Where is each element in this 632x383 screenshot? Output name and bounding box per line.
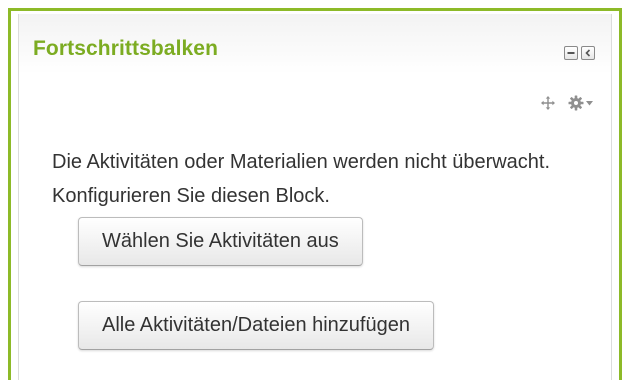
not-tracked-message: Die Aktivitäten oder Materialien werden … (52, 151, 551, 207)
block-edit-controls (540, 95, 593, 111)
minimize-icon[interactable] (564, 46, 578, 60)
dock-icon[interactable] (581, 46, 595, 60)
actions-menu[interactable] (568, 95, 593, 111)
block-header-controls (564, 46, 595, 60)
move-icon[interactable] (540, 95, 556, 111)
block-title: Fortschrittsbalken (33, 37, 219, 60)
caret-down-icon (586, 100, 593, 106)
choose-activities-button[interactable]: Wählen Sie Aktivitäten aus (78, 217, 363, 266)
add-all-activities-button[interactable]: Alle Aktivitäten/Dateien hinzufügen (78, 301, 434, 350)
gear-icon (568, 95, 584, 111)
progress-bar-block: Fortschrittsbalken Die Aktivitäten oder … (8, 8, 622, 380)
